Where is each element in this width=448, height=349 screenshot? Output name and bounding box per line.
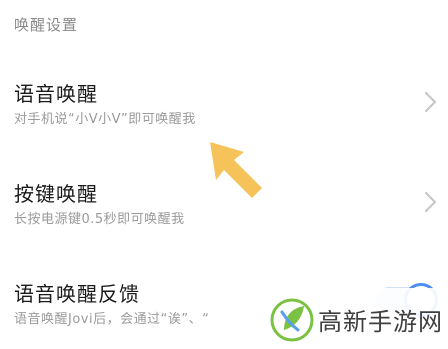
leaf-logo-icon [270, 298, 314, 342]
setting-title: 语音唤醒反馈 [14, 282, 140, 306]
watermark-text: 高新手游网 [318, 308, 443, 336]
setting-title: 按键唤醒 [14, 182, 98, 206]
setting-subtitle: 语音唤醒Jovi后，会通过“诶”、“ [14, 312, 210, 327]
section-header: 唤醒设置 [14, 16, 79, 34]
setting-title: 语音唤醒 [14, 82, 98, 106]
setting-subtitle: 对手机说“小V小V”即可唤醒我 [14, 112, 196, 127]
pointer-arrow-icon [210, 142, 262, 198]
chevron-right-icon [424, 91, 437, 113]
chevron-right-icon [424, 191, 437, 213]
watermark: 高新手游网 [262, 288, 448, 349]
setting-subtitle: 长按电源键0.5秒即可唤醒我 [14, 212, 185, 227]
